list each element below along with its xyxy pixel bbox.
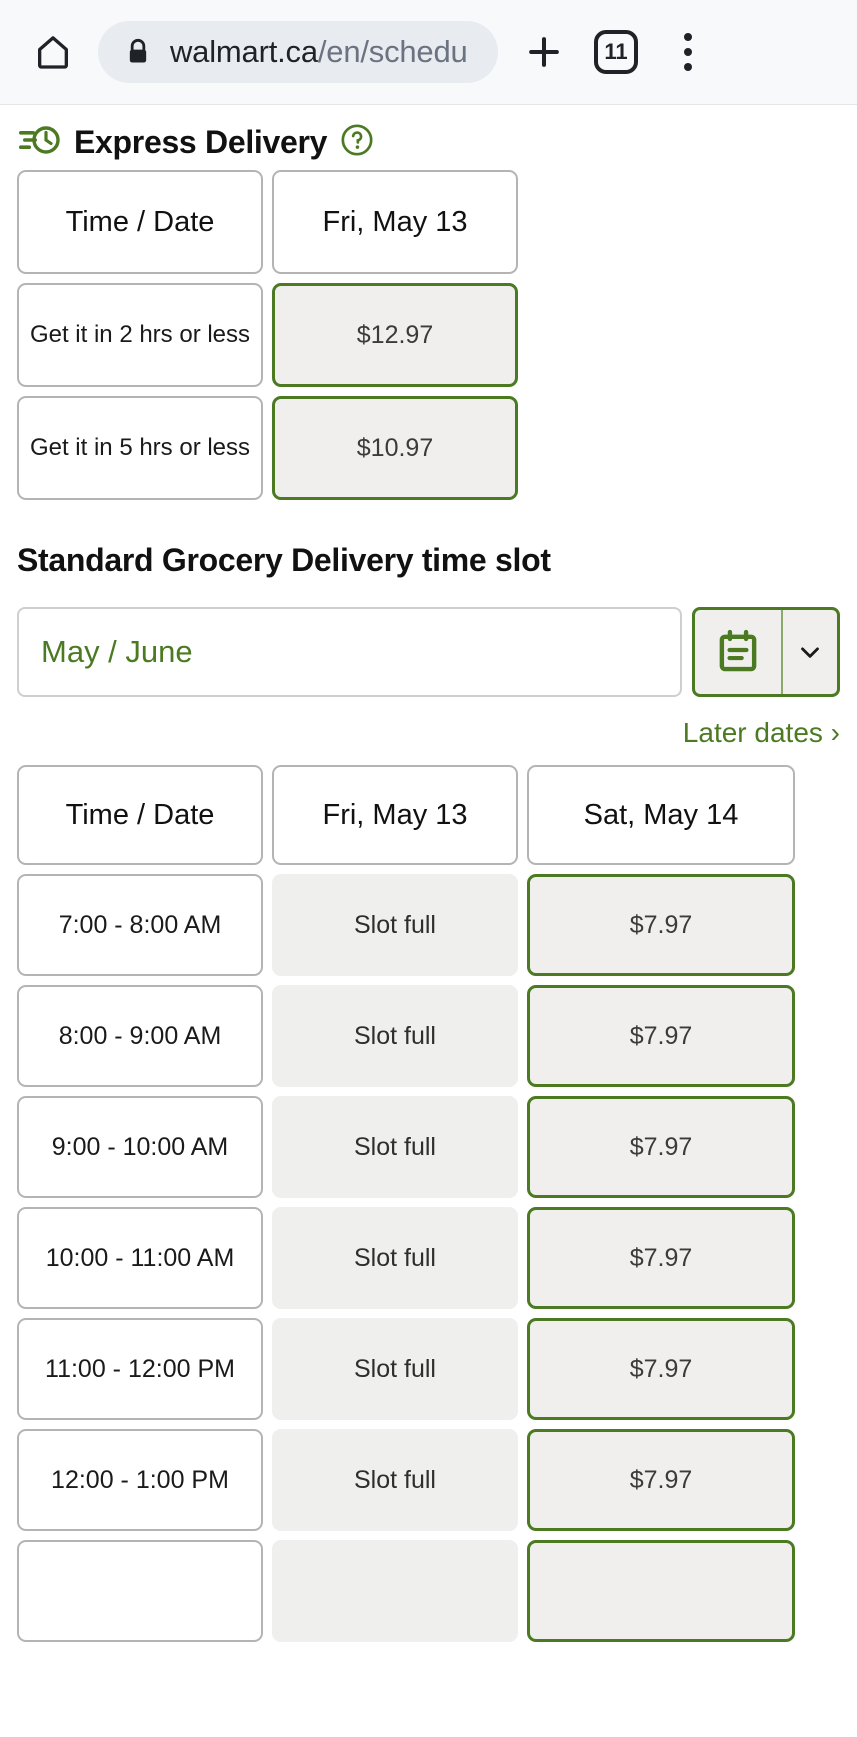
calendar-icon-wrap[interactable]: [695, 610, 783, 694]
express-delivery-table: Time / Date Fri, May 13 Get it in 2 hrs …: [17, 170, 840, 500]
home-icon: [38, 36, 69, 69]
new-tab-button[interactable]: [508, 21, 580, 83]
browser-menu-button[interactable]: [652, 21, 724, 83]
home-button[interactable]: [22, 21, 84, 83]
table-row: 8:00 - 9:00 AM Slot full $7.97: [17, 985, 840, 1087]
express-header-fri-may-13: Fri, May 13: [272, 170, 518, 274]
url-domain: walmart.ca: [170, 34, 318, 69]
standard-delivery-title: Standard Grocery Delivery time slot: [17, 542, 551, 578]
standard-header-fri-may-13: Fri, May 13: [272, 765, 518, 865]
plus-icon: [529, 37, 559, 67]
slot-status-fri: Slot full: [272, 1318, 518, 1420]
help-question-icon[interactable]: [340, 123, 374, 162]
express-delivery-clock-icon: [17, 123, 61, 162]
express-price-5hrs[interactable]: $10.97: [272, 396, 518, 500]
express-row-2hrs: Get it in 2 hrs or less $12.97: [17, 283, 840, 387]
tab-count-badge: 11: [594, 30, 638, 74]
standard-delivery-table: Time / Date Fri, May 13 Sat, May 14 7:00…: [17, 765, 840, 1642]
url-text: walmart.ca/en/schedu: [170, 34, 468, 70]
slot-price-sat[interactable]: $7.97: [527, 1096, 795, 1198]
slot-time-label: 7:00 - 8:00 AM: [17, 874, 263, 976]
tab-switcher-button[interactable]: 11: [580, 21, 652, 83]
slot-price-sat[interactable]: $7.97: [527, 985, 795, 1087]
three-dot-menu-icon: [684, 33, 692, 71]
table-row: 11:00 - 12:00 PM Slot full $7.97: [17, 1318, 840, 1420]
slot-time-label: 9:00 - 10:00 AM: [17, 1096, 263, 1198]
slot-status-fri: [272, 1540, 518, 1642]
express-label-5hrs: Get it in 5 hrs or less: [17, 396, 263, 500]
slot-time-label: [17, 1540, 263, 1642]
month-selector-row: May / June: [17, 607, 840, 697]
table-row: 10:00 - 11:00 AM Slot full $7.97: [17, 1207, 840, 1309]
express-delivery-header: Express Delivery: [17, 105, 840, 170]
standard-header-sat-may-14: Sat, May 14: [527, 765, 795, 865]
lock-icon: [124, 38, 152, 66]
slot-price-sat[interactable]: $7.97: [527, 874, 795, 976]
slot-time-label: 11:00 - 12:00 PM: [17, 1318, 263, 1420]
browser-toolbar: walmart.ca/en/schedu 11: [0, 0, 857, 105]
express-header-row: Time / Date Fri, May 13: [17, 170, 840, 274]
slot-time-label: 10:00 - 11:00 AM: [17, 1207, 263, 1309]
chevron-down-icon: [801, 647, 819, 658]
calendar-picker-button[interactable]: [692, 607, 840, 697]
slot-status-fri: Slot full: [272, 1207, 518, 1309]
standard-header-time-date: Time / Date: [17, 765, 263, 865]
slot-price-sat[interactable]: $7.97: [527, 1207, 795, 1309]
slot-price-sat[interactable]: $7.97: [527, 1429, 795, 1531]
table-row: 9:00 - 10:00 AM Slot full $7.97: [17, 1096, 840, 1198]
later-dates-link[interactable]: Later dates ›: [683, 717, 840, 749]
table-row-partial: [17, 1540, 840, 1642]
address-bar[interactable]: walmart.ca/en/schedu: [98, 21, 498, 83]
slot-status-fri: Slot full: [272, 874, 518, 976]
slot-status-fri: Slot full: [272, 985, 518, 1087]
express-delivery-title: Express Delivery: [74, 124, 328, 160]
calendar-dropdown-toggle[interactable]: [783, 610, 837, 694]
slot-status-fri: Slot full: [272, 1096, 518, 1198]
express-row-5hrs: Get it in 5 hrs or less $10.97: [17, 396, 840, 500]
url-path: /en/schedu: [317, 34, 468, 69]
slot-time-label: 8:00 - 9:00 AM: [17, 985, 263, 1087]
page-content: Express Delivery Time / Date Fri, May 13…: [0, 105, 857, 1642]
table-row: 7:00 - 8:00 AM Slot full $7.97: [17, 874, 840, 976]
month-select-field[interactable]: May / June: [17, 607, 682, 697]
slot-time-label: 12:00 - 1:00 PM: [17, 1429, 263, 1531]
express-price-2hrs[interactable]: $12.97: [272, 283, 518, 387]
slot-status-fri: Slot full: [272, 1429, 518, 1531]
express-header-time-date: Time / Date: [17, 170, 263, 274]
slot-price-sat[interactable]: $7.97: [527, 1318, 795, 1420]
calendar-icon: [719, 629, 757, 672]
slot-price-sat[interactable]: [527, 1540, 795, 1642]
month-select-value: May / June: [41, 634, 193, 669]
table-row: 12:00 - 1:00 PM Slot full $7.97: [17, 1429, 840, 1531]
later-dates-row: Later dates ›: [17, 717, 840, 749]
standard-header-row: Time / Date Fri, May 13 Sat, May 14: [17, 765, 840, 865]
express-label-2hrs: Get it in 2 hrs or less: [17, 283, 263, 387]
